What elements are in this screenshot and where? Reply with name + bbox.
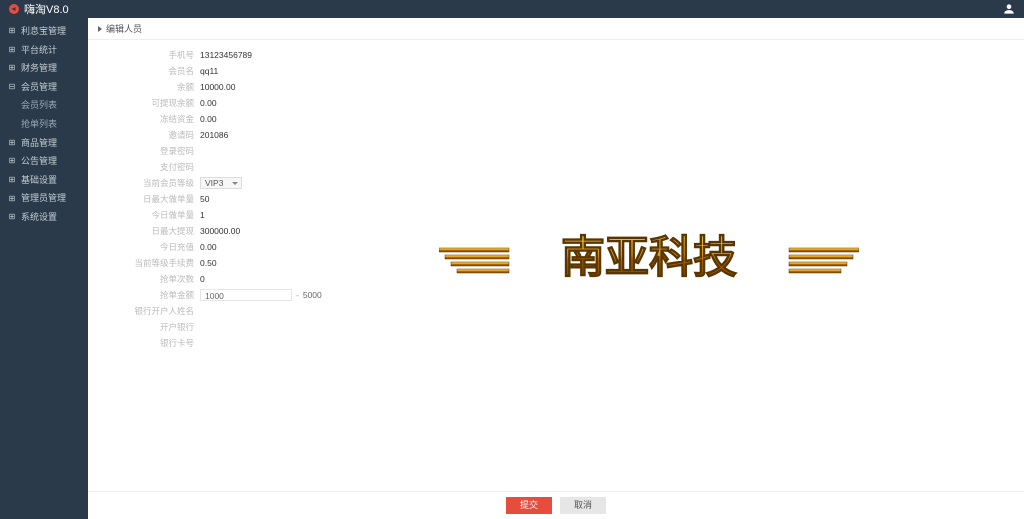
- cancel-button[interactable]: 取消: [560, 497, 606, 515]
- value-today-withdraw: 0.00: [200, 242, 292, 252]
- plus-icon: ⊞: [8, 176, 16, 184]
- sidebar-item-label: 平台统计: [21, 44, 57, 57]
- sidebar-item-finance[interactable]: ⊞ 财务管理: [0, 59, 88, 78]
- sidebar-sub-label: 抢单列表: [21, 119, 57, 129]
- sidebar-item-notices[interactable]: ⊞ 公告管理: [0, 152, 88, 171]
- label-pay-pwd: 支付密码: [100, 161, 200, 173]
- value-today-orders: 1: [200, 210, 292, 220]
- plus-icon: ⊞: [8, 64, 16, 72]
- label-acct-bank: 开户银行: [100, 321, 200, 333]
- label-phone: 手机号: [100, 49, 200, 61]
- sidebar-item-members[interactable]: ⊟ 会员管理: [0, 78, 88, 97]
- main-content: 编辑人员 手机号13123456789 会员名qq11 余额10000.00 可…: [88, 18, 1024, 519]
- value-withdrawable: 0.00: [200, 98, 292, 108]
- value-order-count: 0: [200, 274, 292, 284]
- page-title: 编辑人员: [106, 22, 142, 35]
- value-invite-code: 201086: [200, 130, 292, 140]
- sidebar-item-stats[interactable]: ⊞ 平台统计: [0, 41, 88, 60]
- user-icon[interactable]: [1002, 2, 1016, 16]
- value-daily-max-orders: 50: [200, 194, 292, 204]
- minus-icon: ⊟: [8, 83, 16, 91]
- label-order-count: 抢单次数: [100, 273, 200, 285]
- sidebar-item-system[interactable]: ⊞ 系统设置: [0, 208, 88, 227]
- range-dash: -: [296, 290, 299, 300]
- sidebar-sub-label: 会员列表: [21, 100, 57, 110]
- label-invite-code: 邀请码: [100, 129, 200, 141]
- sidebar-item-base-settings[interactable]: ⊞ 基础设置: [0, 171, 88, 190]
- value-frozen: 0.00: [200, 114, 292, 124]
- label-withdrawable: 可提现余额: [100, 97, 200, 109]
- sidebar-item-products[interactable]: ⊞ 商品管理: [0, 134, 88, 153]
- value-member-name: qq11: [200, 66, 292, 76]
- brand-title: 嗨淘V8.0: [24, 1, 69, 17]
- label-today-orders: 今日做单量: [100, 209, 200, 221]
- sidebar-item-label: 基础设置: [21, 174, 57, 187]
- sidebar-sub-order-list[interactable]: 抢单列表: [0, 115, 88, 134]
- label-vip-level: 当前会员等级: [100, 177, 200, 189]
- sidebar-item-label: 财务管理: [21, 62, 57, 75]
- plus-icon: ⊞: [8, 139, 16, 147]
- submit-button[interactable]: 提交: [506, 497, 552, 515]
- value-balance: 10000.00: [200, 82, 292, 92]
- caret-icon: [98, 26, 102, 32]
- sidebar-item-admin[interactable]: ⊞ 管理员管理: [0, 189, 88, 208]
- label-today-withdraw: 今日充值: [100, 241, 200, 253]
- label-acct-name: 银行开户人姓名: [100, 305, 200, 317]
- sidebar-item-interest[interactable]: ⊞ 利息宝管理: [0, 22, 88, 41]
- label-daily-max-withdraw: 日最大提现: [100, 225, 200, 237]
- input-order-amount-max[interactable]: 5000: [303, 290, 322, 300]
- label-order-amount: 抢单金额: [100, 289, 200, 301]
- label-bank-card: 银行卡号: [100, 337, 200, 349]
- sidebar-item-label: 管理员管理: [21, 192, 66, 205]
- label-login-pwd: 登录密码: [100, 145, 200, 157]
- value-phone: 13123456789: [200, 50, 292, 60]
- plus-icon: ⊞: [8, 46, 16, 54]
- input-order-amount-min[interactable]: 1000: [200, 289, 292, 301]
- sidebar-sub-member-list[interactable]: 会员列表: [0, 96, 88, 115]
- plus-icon: ⊞: [8, 27, 16, 35]
- label-commission-rate: 当前等级手续费: [100, 257, 200, 269]
- plus-icon: ⊞: [8, 195, 16, 203]
- logo-icon: [8, 3, 20, 15]
- sidebar: ⊞ 利息宝管理 ⊞ 平台统计 ⊞ 财务管理 ⊟ 会员管理 会员列表 抢单列表 ⊞ 商品管理…: [0, 18, 88, 519]
- value-commission-rate: 0.50: [200, 258, 292, 268]
- sidebar-item-label: 公告管理: [21, 155, 57, 168]
- sidebar-item-label: 会员管理: [21, 81, 57, 94]
- label-daily-max-orders: 日最大做单量: [100, 193, 200, 205]
- value-daily-max-withdraw: 300000.00: [200, 226, 292, 236]
- topbar: 嗨淘V8.0: [0, 0, 1024, 18]
- plus-icon: ⊞: [8, 157, 16, 165]
- topbar-left: 嗨淘V8.0: [8, 1, 69, 17]
- label-balance: 余额: [100, 81, 200, 93]
- edit-form: 手机号13123456789 会员名qq11 余额10000.00 可提现余额0…: [88, 40, 1024, 360]
- form-footer: 提交 取消: [88, 491, 1024, 519]
- select-vip-level[interactable]: VIP3: [200, 177, 242, 189]
- plus-icon: ⊞: [8, 213, 16, 221]
- breadcrumb: 编辑人员: [88, 18, 1024, 40]
- label-member-name: 会员名: [100, 65, 200, 77]
- label-frozen: 冻结资金: [100, 113, 200, 125]
- sidebar-item-label: 利息宝管理: [21, 25, 66, 38]
- sidebar-item-label: 系统设置: [21, 211, 57, 224]
- sidebar-item-label: 商品管理: [21, 137, 57, 150]
